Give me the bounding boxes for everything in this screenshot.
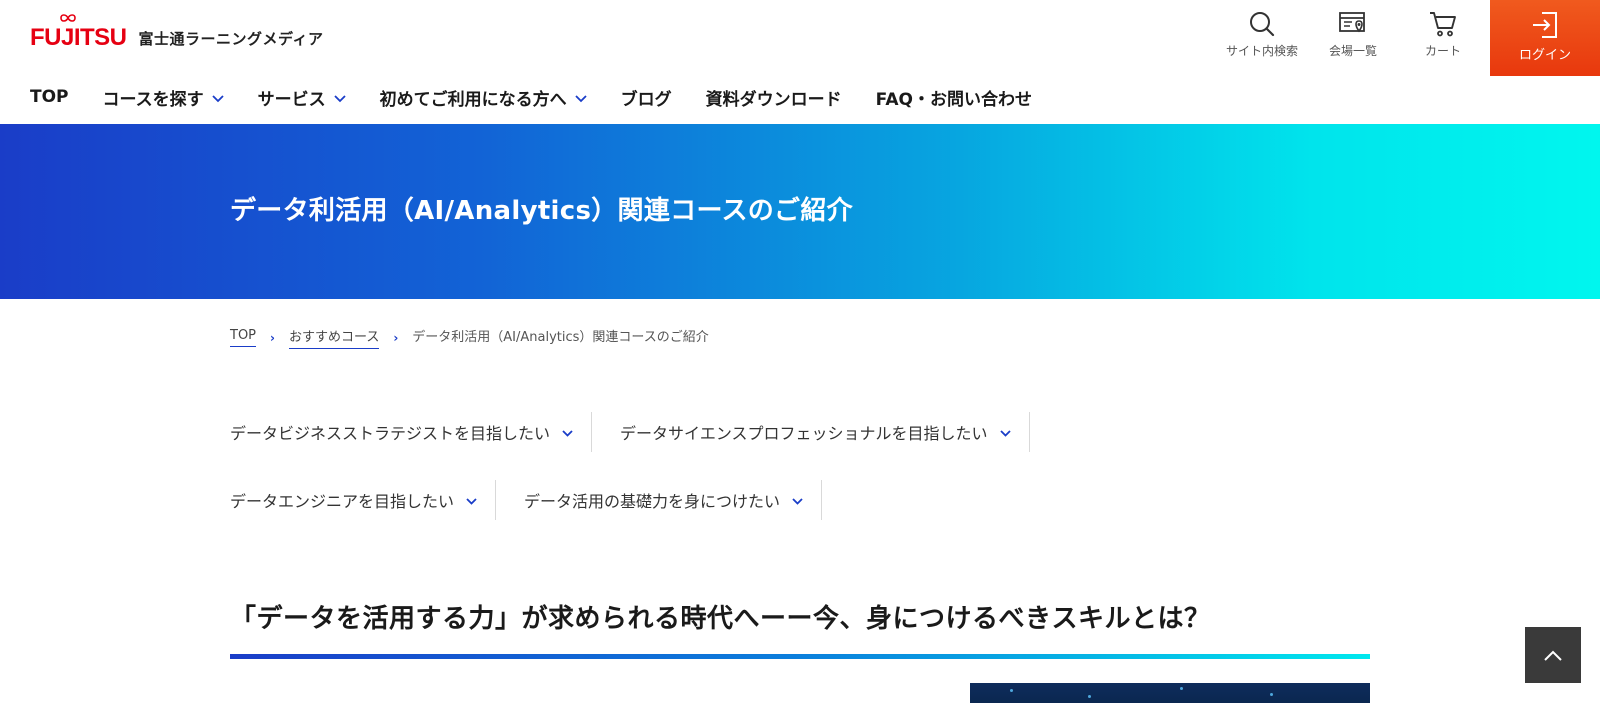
nav-label: 初めてご利用になる方へ bbox=[379, 89, 567, 110]
anchor-link-data-engineer[interactable]: データエンジニアを目指したい bbox=[230, 480, 497, 520]
company-name: 富士通ラーニングメディア bbox=[138, 29, 324, 48]
anchor-link-data-basics[interactable]: データ活用の基礎力を身につけたい bbox=[524, 480, 823, 520]
cart-button[interactable]: カート bbox=[1398, 0, 1488, 76]
anchor-row: データビジネスストラテジストを目指したい データサイエンスプロフェッショナルを目… bbox=[230, 412, 1130, 452]
fujitsu-logo: FUJITSU bbox=[30, 14, 127, 52]
anchor-label: データサイエンスプロフェッショナルを目指したい bbox=[620, 424, 988, 443]
anchor-label: データエンジニアを目指したい bbox=[230, 492, 455, 511]
image-sparkle bbox=[1270, 693, 1273, 696]
breadcrumb-link-recommended[interactable]: おすすめコース bbox=[288, 326, 380, 349]
nav-item-blog[interactable]: ブログ bbox=[621, 85, 672, 110]
login-label: ログイン bbox=[1518, 48, 1571, 63]
global-nav: TOP コースを探す サービス 初めてご利用になる方へ ブログ 資料ダウンロード… bbox=[30, 84, 1066, 110]
chevron-down-icon bbox=[999, 430, 1011, 437]
venue-list-label: 会場一覧 bbox=[1328, 44, 1377, 58]
chevron-down-icon bbox=[792, 498, 803, 505]
chevron-down-icon bbox=[212, 95, 224, 103]
section-heading-underline bbox=[230, 654, 1370, 659]
chevron-down-icon bbox=[575, 95, 587, 103]
breadcrumb-separator-icon: › bbox=[393, 330, 399, 345]
anchor-link-data-science-professional[interactable]: データサイエンスプロフェッショナルを目指したい bbox=[620, 412, 1030, 452]
breadcrumb-separator-icon: › bbox=[270, 330, 275, 345]
section-image bbox=[970, 683, 1370, 703]
nav-item-services[interactable]: サービス bbox=[258, 85, 346, 110]
anchor-label: データ活用の基礎力を身につけたい bbox=[524, 492, 781, 511]
login-button[interactable]: ログイン bbox=[1490, 0, 1600, 76]
nav-label: TOP bbox=[30, 87, 69, 107]
site-search-button[interactable]: サイト内検索 bbox=[1217, 0, 1307, 76]
nav-label: FAQ・お問い合わせ bbox=[875, 89, 1032, 110]
login-icon bbox=[1533, 12, 1557, 38]
infinity-mark-icon bbox=[60, 14, 76, 22]
site-logo[interactable]: FUJITSU 富士通ラーニングメディア bbox=[30, 14, 324, 60]
chevron-down-icon bbox=[562, 430, 573, 437]
image-sparkle bbox=[1180, 687, 1183, 690]
chevron-down-icon bbox=[466, 498, 477, 505]
search-icon bbox=[1250, 12, 1275, 37]
section-heading: 「データを活用する力」が求められる時代へーー今、身につけるべきスキルとは？ bbox=[230, 604, 1211, 634]
cart-label: カート bbox=[1424, 44, 1461, 58]
back-to-top-button[interactable] bbox=[1525, 627, 1581, 683]
breadcrumb-link-top[interactable]: TOP bbox=[230, 328, 257, 347]
nav-item-downloads[interactable]: 資料ダウンロード bbox=[706, 85, 842, 110]
breadcrumb-current: データ利活用（AI/Analytics）関連コースのご紹介 bbox=[412, 330, 709, 345]
anchor-links: データビジネスストラテジストを目指したい データサイエンスプロフェッショナルを目… bbox=[230, 412, 1130, 548]
page-title: データ利活用（AI/Analytics）関連コースのご紹介 bbox=[230, 196, 853, 226]
image-sparkle bbox=[1010, 689, 1013, 692]
nav-item-top[interactable]: TOP bbox=[30, 87, 69, 107]
nav-label: 資料ダウンロード bbox=[705, 89, 842, 110]
nav-item-find-course[interactable]: コースを探す bbox=[103, 85, 224, 110]
anchor-link-data-business-strategist[interactable]: データビジネスストラテジストを目指したい bbox=[230, 412, 593, 452]
nav-label: ブログ bbox=[620, 89, 672, 110]
chevron-up-icon bbox=[1544, 650, 1562, 661]
chevron-down-icon bbox=[334, 95, 346, 103]
site-header: FUJITSU 富士通ラーニングメディア サイト内検索 会場一覧 カート ログイ… bbox=[0, 0, 1600, 124]
site-search-label: サイト内検索 bbox=[1225, 44, 1298, 58]
venue-map-icon bbox=[1339, 12, 1365, 33]
venue-list-button[interactable]: 会場一覧 bbox=[1308, 0, 1398, 76]
breadcrumb: TOP › おすすめコース › データ利活用（AI/Analytics）関連コー… bbox=[230, 326, 709, 349]
anchor-row: データエンジニアを目指したい データ活用の基礎力を身につけたい bbox=[230, 480, 1130, 520]
nav-item-first-time[interactable]: 初めてご利用になる方へ bbox=[380, 85, 587, 110]
image-sparkle bbox=[1088, 695, 1091, 698]
nav-item-faq-contact[interactable]: FAQ・お問い合わせ bbox=[876, 85, 1032, 110]
hero-banner: データ利活用（AI/Analytics）関連コースのご紹介 bbox=[0, 124, 1600, 299]
nav-label: コースを探す bbox=[102, 89, 204, 110]
anchor-label: データビジネスストラテジストを目指したい bbox=[230, 424, 551, 443]
cart-icon bbox=[1430, 12, 1456, 37]
nav-label: サービス bbox=[257, 89, 326, 110]
